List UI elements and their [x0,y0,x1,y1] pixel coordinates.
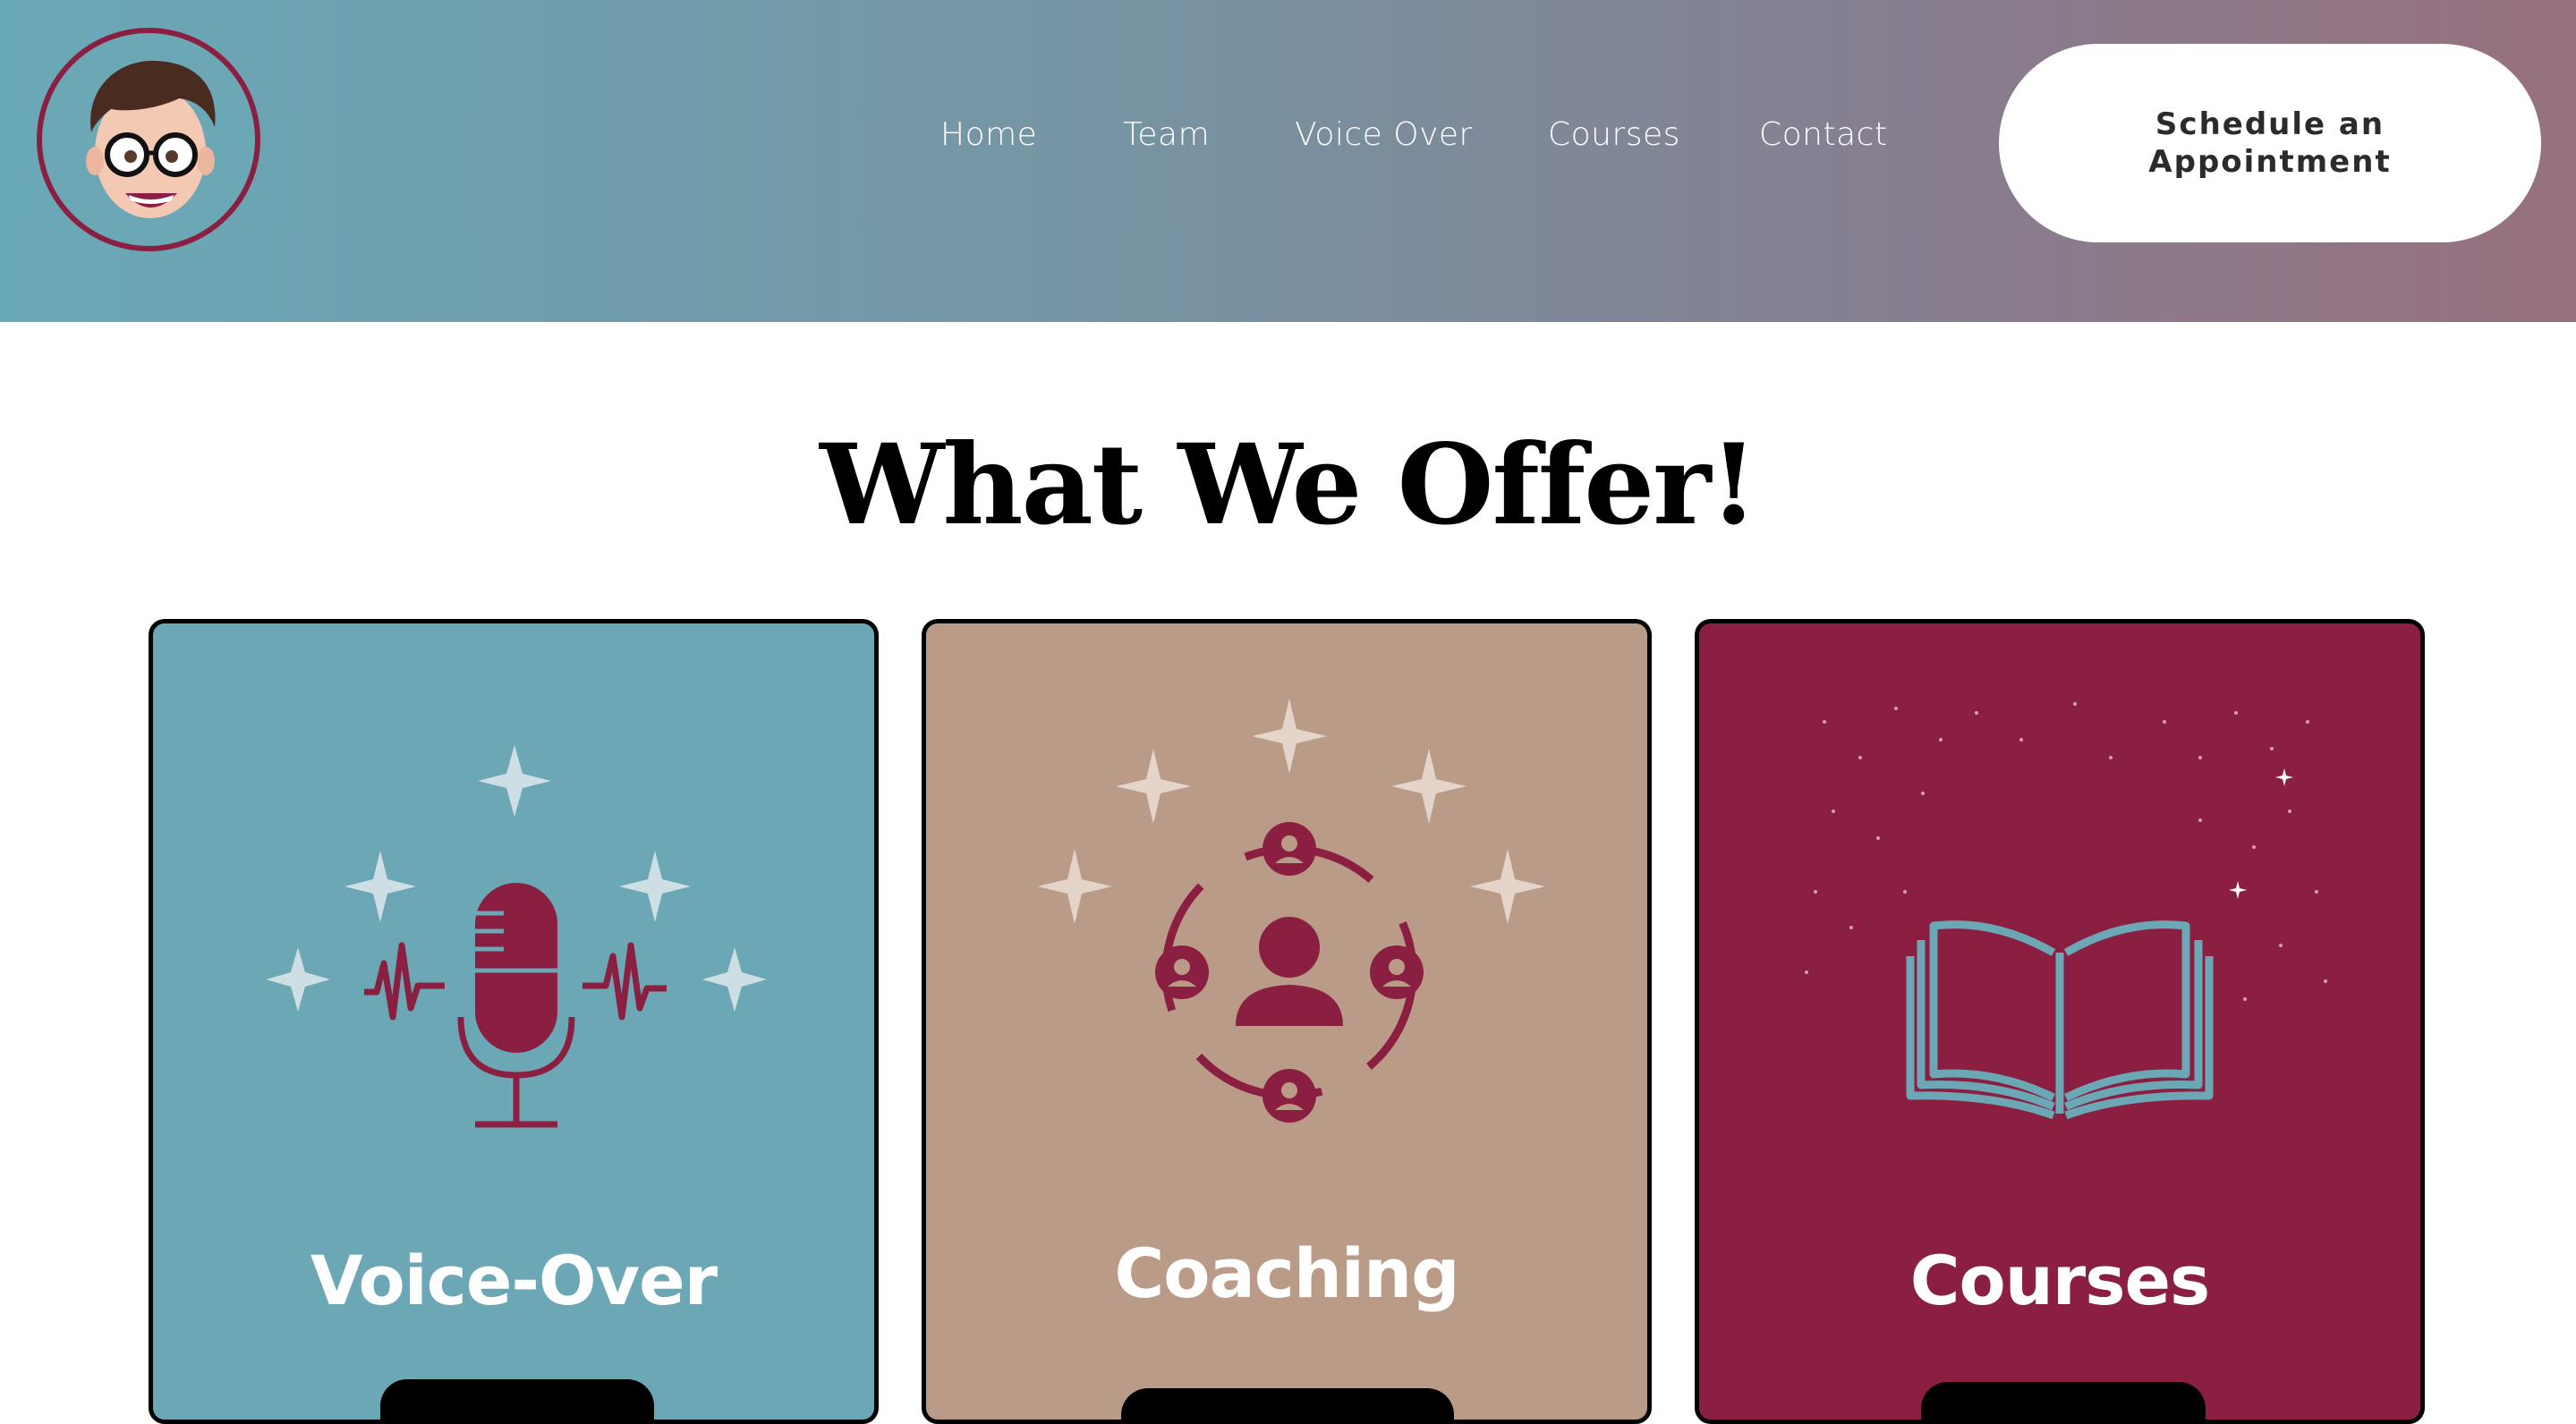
team-network-icon [1037,699,1545,1123]
avatar-logo[interactable] [36,27,261,252]
open-book-icon [1805,702,2327,1120]
nav-team[interactable]: Team [1123,116,1210,153]
cta-label-line2: Appointment [2148,144,2392,180]
microphone-icon [266,745,767,1128]
coaching-learn-more-button[interactable] [1121,1388,1454,1420]
voice-over-learn-more-button[interactable] [380,1379,654,1420]
cta-label-line1: Schedule an [2155,106,2385,142]
nav-contact[interactable]: Contact [1759,116,1888,153]
nav-courses[interactable]: Courses [1548,116,1680,153]
card-title-coaching: Coaching [1114,1233,1460,1313]
nav-voice-over[interactable]: Voice Over [1295,116,1473,153]
service-card-courses[interactable]: Courses [1695,619,2425,1424]
card-title-voice-over: Voice-Over [310,1241,718,1320]
page-title: What We Offer! [820,420,1758,550]
courses-learn-more-button[interactable] [1921,1382,2206,1420]
nav-home[interactable]: Home [940,116,1037,153]
card-title-courses: Courses [1909,1241,2211,1320]
service-card-coaching[interactable]: Coaching [922,619,1652,1424]
site-header: Home Team Voice Over Courses Contact Sch… [0,0,2576,322]
schedule-appointment-button[interactable]: Schedule an Appointment [1999,44,2541,242]
service-card-voice-over[interactable]: Voice-Over [149,619,879,1424]
